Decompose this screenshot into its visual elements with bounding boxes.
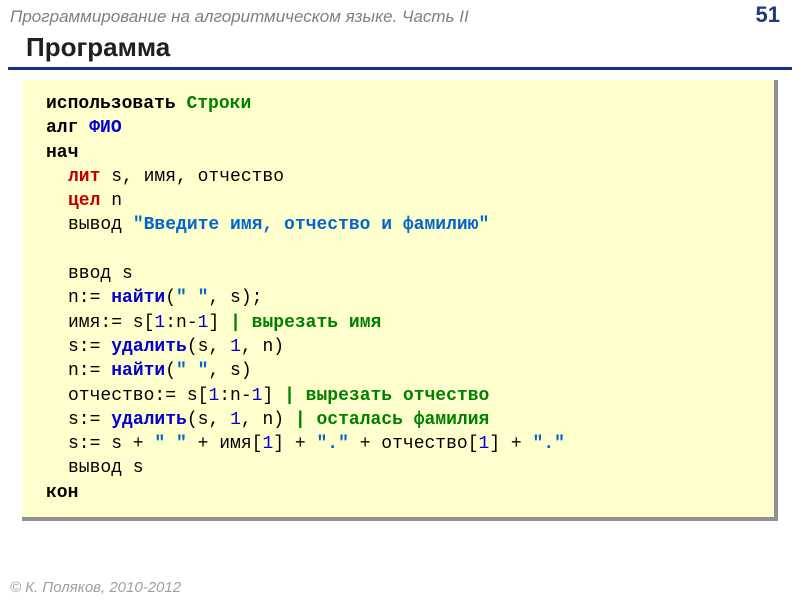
- code-line: кон: [46, 481, 756, 505]
- code-line: ввод s: [46, 262, 756, 286]
- code-line: цел n: [46, 189, 756, 213]
- code-line: вывод s: [46, 456, 756, 480]
- code-line: лит s, имя, отчество: [46, 165, 756, 189]
- code-line: имя:= s[1:n-1] | вырезать имя: [46, 311, 756, 335]
- slide-header: Программирование на алгоритмическом язык…: [0, 0, 800, 28]
- code-line: s:= удалить(s, 1, n) | осталась фамилия: [46, 408, 756, 432]
- code-line: вывод "Введите имя, отчество и фамилию": [46, 213, 756, 237]
- page-number: 51: [756, 2, 780, 28]
- breadcrumb: Программирование на алгоритмическом язык…: [10, 7, 469, 27]
- code-line: s:= s + " " + имя[1] + "." + отчество[1]…: [46, 432, 756, 456]
- code-line: n:= найти(" ", s);: [46, 286, 756, 310]
- code-line: s:= удалить(s, 1, n): [46, 335, 756, 359]
- copyright: © К. Поляков, 2010-2012: [10, 579, 181, 596]
- code-line: отчество:= s[1:n-1] | вырезать отчество: [46, 384, 756, 408]
- code-line: [46, 238, 756, 262]
- slide-title: Программа: [8, 28, 792, 70]
- code-block: использовать Строки алг ФИО нач лит s, и…: [22, 80, 778, 521]
- code-line: использовать Строки: [46, 92, 756, 116]
- code-line: алг ФИО: [46, 116, 756, 140]
- code-line: n:= найти(" ", s): [46, 359, 756, 383]
- code-line: нач: [46, 141, 756, 165]
